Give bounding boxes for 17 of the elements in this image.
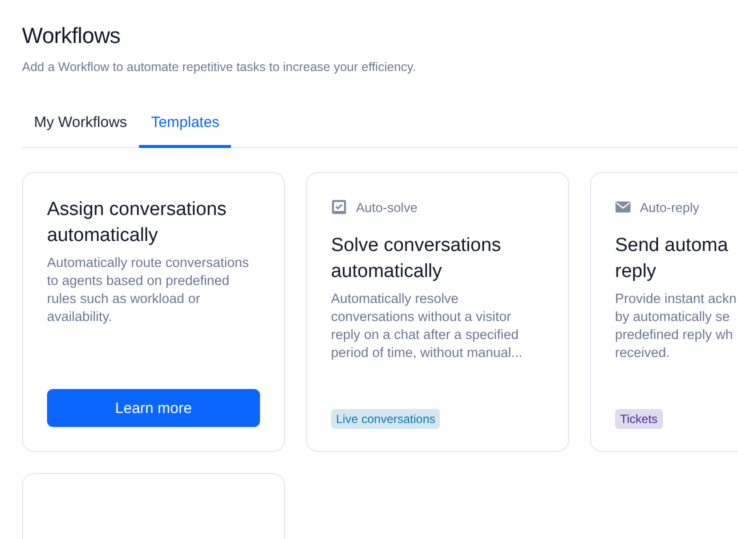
card-description: Automatically route conversations to agents based on predefined rules such as workload or availability.	[47, 254, 250, 326]
card-description: Provide instant ackn by automatically se predefined reply wh received.	[615, 290, 738, 362]
card-title: Assign conversations automatically	[47, 198, 228, 248]
envelope-icon	[615, 199, 631, 215]
learn-more-button[interactable]: Learn more	[47, 389, 260, 427]
tab[interactable]: My Workflows	[22, 106, 140, 148]
page-subtitle: Add a Workflow to automate repetitive tasks to increase your efficiency.	[22, 59, 417, 76]
page-title: Workflows	[22, 22, 122, 50]
card-title: Send automa reply	[615, 234, 730, 284]
category-tag: Live conversations	[331, 409, 440, 429]
category-label: Auto-reply	[640, 200, 700, 214]
card-description: Automatically resolve conversations without a visitor reply on a chat after a specified period of time, without manual...	[331, 290, 524, 362]
tab[interactable]: Templates	[139, 106, 232, 148]
category-label: Auto-solve	[356, 200, 418, 214]
card-title: Solve conversations automatically	[331, 234, 502, 284]
category-tag: Tickets	[615, 409, 663, 429]
checkbox-icon	[331, 199, 347, 215]
